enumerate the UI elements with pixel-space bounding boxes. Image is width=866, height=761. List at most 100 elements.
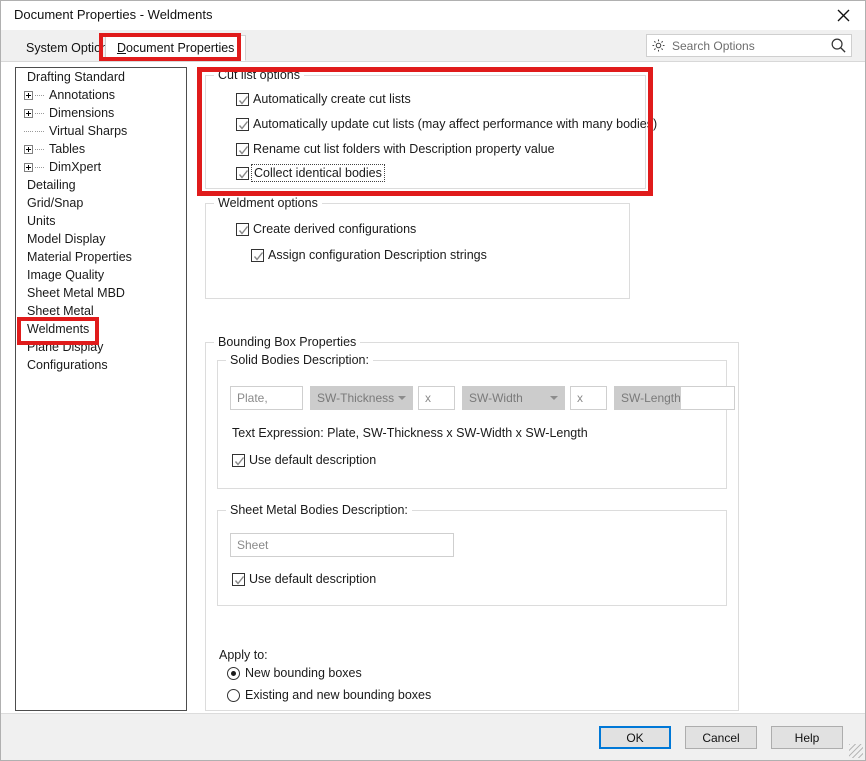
checkbox-sheet-use-default-description[interactable]: Use default description (232, 572, 376, 586)
cancel-button[interactable]: Cancel (685, 726, 757, 749)
tree-item-label: Material Properties (27, 250, 132, 264)
expand-plus-icon[interactable] (24, 90, 33, 100)
tree-item-material-properties[interactable]: Material Properties (16, 248, 186, 266)
cut-list-options-title: Cut list options (214, 68, 304, 82)
tree-item-sheet-metal-mbd[interactable]: Sheet Metal MBD (16, 284, 186, 302)
resize-grip[interactable] (849, 744, 863, 758)
checkbox-icon[interactable] (236, 142, 249, 156)
expand-plus-icon[interactable] (24, 144, 33, 154)
search-input[interactable]: Search Options (646, 34, 852, 57)
checkbox-icon[interactable] (236, 92, 249, 106)
tree-connector-icon (35, 91, 44, 100)
checkbox-rename-cut-list-folders[interactable]: Rename cut list folders with Description… (236, 142, 555, 156)
checkbox-automatically-create-cut-lists[interactable]: Automatically create cut lists (236, 92, 411, 106)
bounding-box-properties-title: Bounding Box Properties (214, 335, 361, 349)
tree-connector-icon (35, 127, 44, 136)
tab-system-options-label: System Options (26, 41, 115, 55)
tree-item-dimensions[interactable]: Dimensions (16, 104, 186, 122)
tree-item-tables[interactable]: Tables (16, 140, 186, 158)
ok-button[interactable]: OK (599, 726, 671, 749)
title-bar: Document Properties - Weldments (1, 1, 865, 30)
gear-icon (651, 38, 666, 53)
checkbox-label: Collect identical bodies (251, 164, 385, 182)
tree-connector-icon (35, 163, 44, 172)
checkbox-collect-identical-bodies[interactable]: Collect identical bodies (236, 164, 385, 182)
tree-item-label: Annotations (49, 88, 116, 102)
help-button-label: Help (794, 730, 820, 745)
checkbox-automatically-update-cut-lists[interactable]: Automatically update cut lists (may affe… (236, 117, 657, 131)
checkbox-icon[interactable] (232, 453, 245, 467)
solid-dimension-1-value: SW-Thickness (317, 391, 395, 405)
checkbox-label: Assign configuration Description strings (268, 248, 487, 262)
checkbox-assign-configuration-description-strings[interactable]: Assign configuration Description strings (251, 248, 487, 262)
tree-item-label: Dimensions (49, 106, 115, 120)
radio-existing-and-new-bounding-boxes[interactable]: Existing and new bounding boxes (227, 688, 431, 702)
tree-item-detailing[interactable]: Detailing (16, 176, 186, 194)
checkbox-icon[interactable] (236, 117, 249, 131)
chevron-down-icon (550, 396, 558, 400)
tree-item-dimxpert[interactable]: DimXpert (16, 158, 186, 176)
tree-connector-icon (35, 145, 44, 154)
radio-icon[interactable] (227, 666, 240, 680)
tree-item-annotations[interactable]: Annotations (16, 86, 186, 104)
solid-dimension-1-dropdown[interactable]: SW-Thickness (310, 386, 413, 410)
options-panel: Cut list options Automatically create cu… (197, 65, 853, 711)
tree-item-label: Virtual Sharps (49, 124, 128, 138)
tree-item-label: Weldments (27, 322, 90, 336)
tree-item-configurations[interactable]: Configurations (16, 356, 186, 374)
checkbox-icon[interactable] (232, 572, 245, 586)
radio-label: Existing and new bounding boxes (245, 688, 432, 702)
sheet-metal-description-input[interactable]: Sheet (230, 533, 454, 557)
checkbox-label: Rename cut list folders with Description… (253, 142, 555, 156)
help-button[interactable]: Help (771, 726, 843, 749)
solid-separator-1-input[interactable]: x (418, 386, 455, 410)
window-title: Document Properties - Weldments (14, 7, 213, 22)
search-icon[interactable] (830, 37, 847, 54)
tree-item-image-quality[interactable]: Image Quality (16, 266, 186, 284)
checkbox-label: Use default description (249, 453, 377, 467)
radio-label: New bounding boxes (245, 666, 362, 680)
checkbox-label: Use default description (249, 572, 377, 586)
solid-suffix-input[interactable] (680, 386, 735, 410)
tab-document-properties-label: Document Properties (117, 41, 235, 55)
checkbox-icon[interactable] (251, 248, 264, 262)
tree-item-model-display[interactable]: Model Display (16, 230, 186, 248)
tree-item-drafting-standard[interactable]: Drafting Standard (16, 68, 186, 86)
tree-item-label: Sheet Metal (27, 304, 94, 318)
expand-plus-icon[interactable] (24, 108, 33, 118)
tree-item-label: Drafting Standard (27, 70, 125, 84)
solid-dimension-2-dropdown[interactable]: SW-Width (462, 386, 565, 410)
solid-dimension-3-value: SW-Length (621, 391, 681, 405)
tree-item-plane-display[interactable]: Plane Display (16, 338, 186, 356)
tree-item-label: Model Display (27, 232, 106, 246)
tree-item-units[interactable]: Units (16, 212, 186, 230)
tree-item-label: Configurations (27, 358, 108, 372)
checkbox-solid-use-default-description[interactable]: Use default description (232, 453, 376, 467)
tree-item-label: DimXpert (49, 160, 102, 174)
apply-to-label: Apply to: (219, 648, 268, 662)
tree-item-weldments[interactable]: Weldments (16, 320, 186, 338)
solid-separator-2-input[interactable]: x (570, 386, 607, 410)
weldment-options-title: Weldment options (214, 196, 322, 210)
tree-item-grid-snap[interactable]: Grid/Snap (16, 194, 186, 212)
tree-item-label: Sheet Metal MBD (27, 286, 125, 300)
solid-prefix-input[interactable]: Plate, (230, 386, 303, 410)
solid-bodies-description-title: Solid Bodies Description: (226, 353, 373, 367)
checkbox-icon[interactable] (236, 222, 249, 236)
expand-plus-icon[interactable] (24, 162, 33, 172)
solid-bodies-description-group: Solid Bodies Description: Plate, SW-Thic… (217, 353, 735, 489)
close-icon[interactable] (821, 1, 865, 29)
checkbox-icon[interactable] (236, 166, 249, 180)
radio-icon[interactable] (227, 688, 240, 702)
radio-new-bounding-boxes[interactable]: New bounding boxes (227, 666, 362, 680)
checkbox-create-derived-configurations[interactable]: Create derived configurations (236, 222, 416, 236)
dialog-footer: OK Cancel Help (1, 713, 865, 760)
search-input-placeholder: Search Options (672, 38, 755, 53)
options-tree[interactable]: Drafting Standard Annotations Dimensions… (15, 67, 187, 711)
tree-item-label: Detailing (27, 178, 76, 192)
tree-item-label: Tables (49, 142, 86, 156)
tree-item-sheet-metal[interactable]: Sheet Metal (16, 302, 186, 320)
tree-item-virtual-sharps[interactable]: Virtual Sharps (16, 122, 186, 140)
checkbox-label: Automatically create cut lists (253, 92, 411, 106)
tab-document-properties[interactable]: Document Properties (105, 35, 247, 61)
